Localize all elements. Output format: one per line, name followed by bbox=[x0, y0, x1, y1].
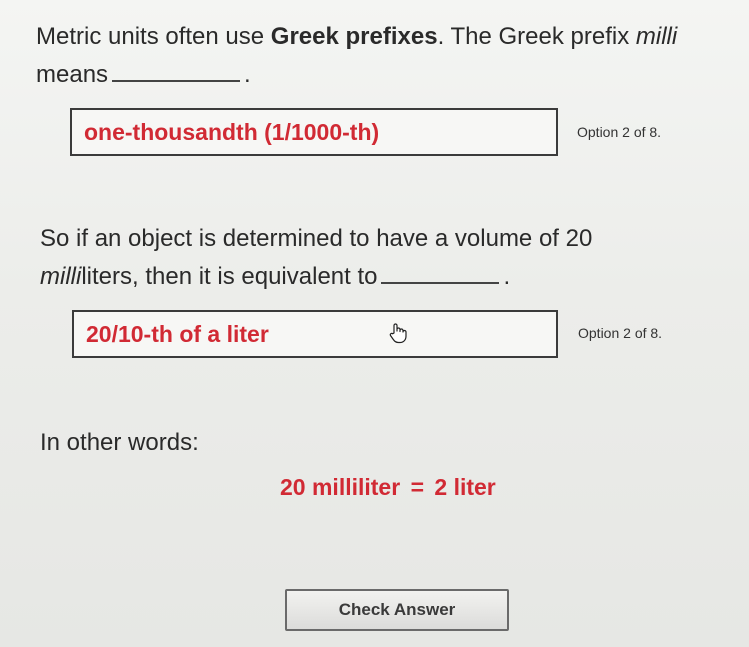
question-2-end: . bbox=[503, 263, 511, 290]
question-1-part-b: . The Greek prefix bbox=[437, 23, 636, 50]
hand-pointer-icon bbox=[389, 323, 407, 344]
question-2-blank bbox=[381, 280, 500, 284]
answer-2-value: 20/10-th of a liter bbox=[86, 320, 269, 347]
equation-sign: = bbox=[410, 474, 424, 500]
question-1-part-c: means bbox=[36, 61, 109, 88]
check-answer-button[interactable]: Check Answer bbox=[285, 589, 509, 631]
equation-left: 20 milliliter bbox=[280, 474, 401, 500]
summary-equation: 20 milliliter = 2 liter bbox=[280, 474, 496, 501]
question-1-blank bbox=[112, 78, 241, 82]
question-2-text: So if an object is determined to have a … bbox=[40, 220, 725, 296]
answer-1-select[interactable]: one-thousandth (1/1000-th) bbox=[70, 108, 558, 156]
answer-2-option-label: Option 2 of 8. bbox=[578, 325, 663, 341]
question-1-part-a: Metric units often use bbox=[36, 23, 271, 50]
equation-right: 2 liter bbox=[434, 474, 496, 500]
summary-intro: In other words: bbox=[40, 429, 199, 456]
answer-2-select[interactable]: 20/10-th of a liter bbox=[72, 310, 558, 358]
question-1-end: . bbox=[244, 61, 251, 88]
question-1-italic: milli bbox=[635, 23, 678, 50]
question-1-bold: Greek prefixes bbox=[270, 23, 438, 50]
answer-1-option-label: Option 2 of 8. bbox=[577, 124, 662, 140]
question-2-part-a: So if an object is determined to have a … bbox=[40, 225, 593, 252]
question-2-italic: milli bbox=[40, 263, 82, 290]
question-2-part-b: liters, then it is equivalent to bbox=[81, 263, 378, 290]
question-1-text: Metric units often use Greek prefixes. T… bbox=[36, 18, 725, 94]
answer-1-value: one-thousandth (1/1000-th) bbox=[84, 118, 380, 145]
